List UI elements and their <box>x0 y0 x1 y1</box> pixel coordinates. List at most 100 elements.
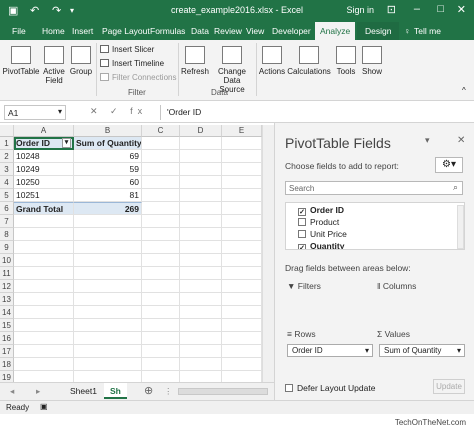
maximize-button[interactable]: □ <box>437 3 444 15</box>
defer-layout-checkbox[interactable]: Defer Layout Update <box>285 383 375 393</box>
grid-cell[interactable] <box>14 228 74 241</box>
grid-cell[interactable] <box>180 137 222 150</box>
select-all-corner[interactable] <box>0 125 14 137</box>
grid-cell[interactable] <box>14 345 74 358</box>
grid-cell[interactable] <box>142 358 180 371</box>
show-button[interactable]: Show <box>361 46 383 76</box>
grid-cell[interactable] <box>74 215 142 228</box>
row-header[interactable]: 12 <box>0 280 14 293</box>
grid-cell[interactable] <box>142 319 180 332</box>
grid-cell[interactable] <box>180 163 222 176</box>
row-header[interactable]: 1 <box>0 137 14 150</box>
actions-button[interactable]: Actions <box>258 46 286 76</box>
grid-cell[interactable] <box>222 215 262 228</box>
row-header[interactable]: 7 <box>0 215 14 228</box>
horizontal-scrollbar[interactable] <box>178 388 268 395</box>
grid-cell[interactable] <box>14 332 74 345</box>
name-box[interactable]: A1 <box>4 105 66 120</box>
grid-cell[interactable] <box>142 137 180 150</box>
grid-cell[interactable] <box>142 254 180 267</box>
pivot-row-label[interactable]: 10250 <box>14 176 74 189</box>
row-header[interactable]: 11 <box>0 267 14 280</box>
update-button[interactable]: Update <box>433 379 465 394</box>
grid-cell[interactable] <box>14 267 74 280</box>
grid-cell[interactable] <box>142 293 180 306</box>
grid-cell[interactable] <box>180 358 222 371</box>
sheet-tab-sheet1[interactable]: Sheet1 <box>64 383 103 399</box>
checkbox-icon[interactable] <box>298 230 306 238</box>
column-header-c[interactable]: C <box>142 125 180 137</box>
tab-page-layout[interactable]: Page Layout <box>102 26 150 36</box>
grid-cell[interactable] <box>74 228 142 241</box>
pivot-header-quantity[interactable]: Sum of Quantity <box>74 137 142 150</box>
add-sheet-icon[interactable]: ⊕ <box>138 383 159 399</box>
tab-file[interactable]: File <box>12 26 26 36</box>
sheet-tab-active[interactable]: Sh <box>104 383 127 399</box>
row-header[interactable]: 4 <box>0 176 14 189</box>
name-box-dropdown-icon[interactable]: ▾ <box>58 107 62 116</box>
grid-cell[interactable] <box>142 228 180 241</box>
field-quantity[interactable]: ✓ Quantity <box>298 241 344 249</box>
refresh-button[interactable]: Refresh <box>180 46 210 76</box>
field-search-input[interactable]: Search <box>285 181 463 195</box>
minimize-button[interactable]: – <box>414 3 420 15</box>
group-button[interactable]: Group <box>68 46 94 76</box>
pane-options-dropdown-icon[interactable]: ▾ <box>425 135 430 146</box>
grid-cell[interactable] <box>14 319 74 332</box>
grid-cell[interactable] <box>74 345 142 358</box>
checkbox-icon[interactable] <box>298 218 306 226</box>
grid-cell[interactable] <box>222 293 262 306</box>
prev-sheet-icon[interactable]: ◂ <box>4 383 20 399</box>
grid-cell[interactable] <box>222 176 262 189</box>
row-header[interactable]: 10 <box>0 254 14 267</box>
grid-cell[interactable] <box>180 241 222 254</box>
pivot-header-order-id[interactable]: Order ID ▾ <box>14 137 74 150</box>
grid-cell[interactable] <box>74 267 142 280</box>
collapse-ribbon-icon[interactable]: ^ <box>462 86 466 95</box>
grid-cell[interactable] <box>142 306 180 319</box>
grid-cell[interactable] <box>180 176 222 189</box>
row-header[interactable]: 14 <box>0 306 14 319</box>
grid-cell[interactable] <box>180 202 222 215</box>
row-header[interactable]: 2 <box>0 150 14 163</box>
grid-cell[interactable] <box>74 293 142 306</box>
tab-data[interactable]: Data <box>191 26 209 36</box>
grid-cell[interactable] <box>14 293 74 306</box>
grid-cell[interactable] <box>222 280 262 293</box>
pivot-row-label[interactable]: 10251 <box>14 189 74 202</box>
row-header[interactable]: 9 <box>0 241 14 254</box>
field-unit-price[interactable]: Unit Price <box>298 229 347 239</box>
grand-total-value[interactable]: 269 <box>74 202 142 215</box>
grid-cell[interactable] <box>222 189 262 202</box>
sign-in-link[interactable]: Sign in <box>346 5 374 15</box>
row-header[interactable]: 13 <box>0 293 14 306</box>
pivot-value[interactable]: 59 <box>74 163 142 176</box>
ribbon-display-icon[interactable]: ⊡ <box>387 3 396 16</box>
grid-cell[interactable] <box>14 254 74 267</box>
grid-cell[interactable] <box>222 254 262 267</box>
grid-cell[interactable] <box>180 215 222 228</box>
tab-design[interactable]: Design <box>357 22 400 40</box>
grid-cell[interactable] <box>74 241 142 254</box>
grid-cell[interactable] <box>222 332 262 345</box>
grid-cell[interactable] <box>180 319 222 332</box>
grid-cell[interactable] <box>222 358 262 371</box>
grid-cell[interactable] <box>14 215 74 228</box>
grid-cell[interactable] <box>180 345 222 358</box>
insert-timeline-button[interactable]: Insert Timeline <box>100 59 164 68</box>
grid-cell[interactable] <box>222 345 262 358</box>
row-header[interactable]: 15 <box>0 319 14 332</box>
vertical-scrollbar[interactable] <box>262 125 274 382</box>
close-button[interactable]: ✕ <box>457 3 466 16</box>
next-sheet-icon[interactable]: ▸ <box>30 383 46 399</box>
grid-cell[interactable] <box>142 150 180 163</box>
tab-view[interactable]: View <box>246 26 264 36</box>
macro-record-icon[interactable]: ▣ <box>40 402 48 411</box>
tab-home[interactable]: Home <box>42 26 65 36</box>
change-data-source-button[interactable]: Change Data Source <box>210 46 254 94</box>
tab-formulas[interactable]: Formulas <box>150 26 185 36</box>
tab-insert[interactable]: Insert <box>72 26 93 36</box>
filter-connections-button[interactable]: Filter Connections <box>100 73 176 82</box>
rows-order-id-item[interactable]: Order ID ▾ <box>287 344 373 357</box>
dropdown-icon[interactable]: ▾ <box>457 345 461 356</box>
